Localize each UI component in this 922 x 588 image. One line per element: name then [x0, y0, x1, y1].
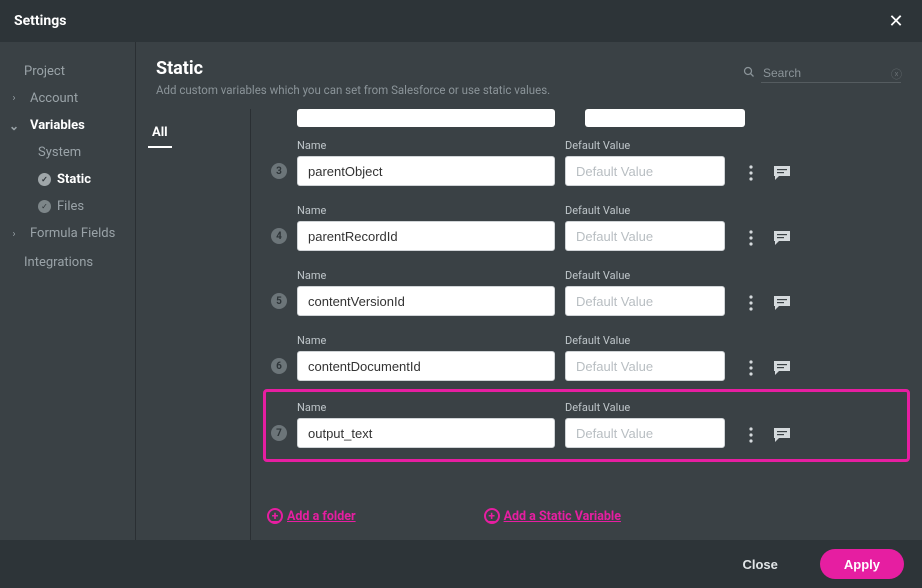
row-number-badge: 6: [271, 358, 287, 374]
search-icon: [743, 66, 755, 81]
content-header: Static Add custom variables which you ca…: [136, 42, 922, 109]
name-label: Name: [297, 401, 555, 414]
check-icon: ✓: [38, 173, 51, 186]
page-title: Static: [156, 58, 550, 79]
comment-icon[interactable]: [773, 427, 791, 443]
more-icon[interactable]: [749, 427, 753, 443]
titlebar: Settings ✕: [0, 0, 922, 42]
row-number-badge: 4: [271, 228, 287, 244]
default-label: Default Value: [565, 204, 725, 217]
chevron-right-icon: ›: [8, 229, 20, 240]
variable-name-input[interactable]: [297, 286, 555, 316]
variable-name-input[interactable]: [297, 351, 555, 381]
sidebar-item-static[interactable]: ✓ Static: [0, 166, 135, 193]
sidebar-item-account[interactable]: › Account: [0, 85, 135, 112]
variable-row: 3 Name Default Value: [271, 131, 902, 196]
sidebar-item-variables[interactable]: ⌄ Variables: [0, 112, 135, 139]
sidebar: Project › Account ⌄ Variables System ✓ S…: [0, 42, 135, 540]
page-subtitle: Add custom variables which you can set f…: [156, 83, 550, 97]
comment-icon[interactable]: [773, 360, 791, 376]
name-label: Name: [297, 204, 555, 217]
add-folder-link[interactable]: + Add a folder: [267, 508, 356, 524]
default-label: Default Value: [565, 334, 725, 347]
variable-default-input[interactable]: [565, 156, 725, 186]
variable-default-input[interactable]: [565, 221, 725, 251]
search-input[interactable]: [761, 64, 901, 83]
variable-row-partial: [271, 109, 902, 127]
more-icon[interactable]: [749, 230, 753, 246]
comment-icon[interactable]: [773, 230, 791, 246]
default-label: Default Value: [565, 401, 725, 414]
variable-row: 5 Name Default Value: [271, 261, 902, 326]
close-button[interactable]: Close: [718, 549, 801, 579]
variable-name-input[interactable]: [297, 221, 555, 251]
row-number-badge: 3: [271, 163, 287, 179]
row-number-badge: 7: [271, 425, 287, 441]
comment-icon[interactable]: [773, 165, 791, 181]
default-label: Default Value: [565, 269, 725, 282]
sidebar-item-files[interactable]: ✓ Files: [0, 193, 135, 220]
plus-circle-icon: +: [484, 508, 500, 524]
more-icon[interactable]: [749, 165, 753, 181]
variable-row-highlighted: 7 Name Default Value: [265, 391, 908, 460]
name-label: Name: [297, 139, 555, 152]
variable-row: 6 Name Default Value: [271, 326, 902, 391]
titlebar-title: Settings: [14, 13, 66, 29]
close-icon[interactable]: ✕: [884, 9, 908, 33]
more-icon[interactable]: [749, 295, 753, 311]
variable-name-input[interactable]: [297, 418, 555, 448]
tabs-column: All: [136, 109, 251, 540]
variable-default-input[interactable]: [565, 286, 725, 316]
apply-button[interactable]: Apply: [820, 549, 904, 579]
clear-icon[interactable]: ⓧ: [891, 66, 902, 82]
variable-default-input[interactable]: [565, 418, 725, 448]
comment-icon[interactable]: [773, 295, 791, 311]
check-icon: ✓: [38, 200, 51, 213]
variable-name-input[interactable]: [297, 156, 555, 186]
variables-list: 3 Name Default Value: [251, 109, 922, 498]
more-icon[interactable]: [749, 360, 753, 376]
row-number-badge: 5: [271, 293, 287, 309]
sidebar-item-system[interactable]: System: [0, 139, 135, 166]
bottom-links: + Add a folder + Add a Static Variable: [251, 498, 922, 540]
plus-circle-icon: +: [267, 508, 283, 524]
search-wrap: ⓧ: [743, 64, 902, 83]
settings-modal: Settings ✕ Project › Account ⌄ Variables…: [0, 0, 922, 588]
variable-default-input[interactable]: [565, 351, 725, 381]
sidebar-item-project[interactable]: Project: [0, 58, 135, 85]
name-label: Name: [297, 334, 555, 347]
variable-row: 4 Name Default Value: [271, 196, 902, 261]
footer: Close Apply: [0, 540, 922, 588]
chevron-right-icon: ›: [8, 93, 20, 104]
sidebar-item-formula-fields[interactable]: › Formula Fields: [0, 220, 135, 249]
sidebar-item-integrations[interactable]: Integrations: [0, 249, 135, 276]
name-label: Name: [297, 269, 555, 282]
chevron-down-icon: ⌄: [8, 119, 20, 133]
default-label: Default Value: [565, 139, 725, 152]
tab-all[interactable]: All: [148, 119, 172, 148]
add-static-variable-link[interactable]: + Add a Static Variable: [484, 508, 621, 524]
